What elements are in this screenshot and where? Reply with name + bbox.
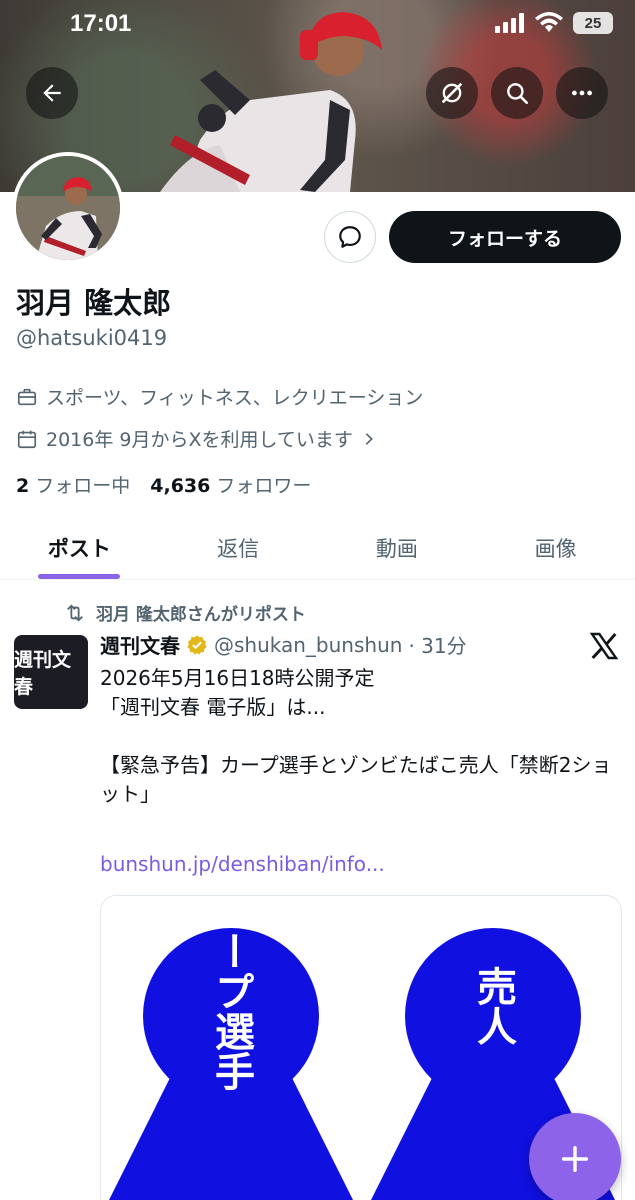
tab-images[interactable]: 画像 [476, 516, 635, 579]
joined-text: 2016年 9月からXを利用しています [46, 429, 353, 451]
followers-link[interactable]: 4,636 フォロワー [150, 471, 311, 498]
tab-label: 動画 [375, 536, 418, 561]
wifi-icon [535, 12, 563, 32]
more-icon [572, 90, 592, 96]
status-bar: 17:01 25 [0, 0, 635, 48]
search-button[interactable] [491, 67, 543, 119]
message-button[interactable] [324, 211, 376, 263]
battery-indicator: 25 [573, 12, 613, 34]
search-icon [507, 83, 529, 105]
user-handle: @hatsuki0419 [16, 326, 168, 350]
repost-indicator: 羽月 隆太郎さんがリポスト [64, 600, 306, 625]
post-text-line: 2026年5月16日18時公開予定 [100, 666, 375, 690]
message-icon [339, 226, 361, 248]
following-count: 2 [16, 475, 30, 497]
post-timestamp: · 31分 [408, 634, 467, 658]
profile-avatar[interactable] [12, 152, 124, 264]
following-link[interactable]: 2 フォロー中 [16, 471, 130, 498]
post-author-name[interactable]: 週刊文春 [100, 630, 180, 659]
media-label-right: 売人 [470, 966, 517, 1046]
chevron-right-icon [365, 432, 373, 445]
post-text-line: 【緊急予告】カープ選手とゾンビたばこ売人「禁断2ショット」 [100, 753, 612, 806]
verified-badge-icon [187, 634, 207, 655]
compose-button[interactable] [529, 1113, 621, 1200]
tab-videos[interactable]: 動画 [318, 516, 477, 579]
media-label-left: カープ選手 [208, 896, 255, 1091]
signal-icon [495, 13, 524, 33]
display-name: 羽月 隆太郎 [16, 286, 172, 320]
followers-label: フォロワー [216, 475, 312, 497]
category-text: スポーツ、フィットネス、レクリエーション [46, 387, 424, 409]
follow-button[interactable]: フォローする [389, 211, 621, 263]
follow-counts: 2 フォロー中 4,636 フォロワー [16, 471, 311, 498]
tab-active-indicator [38, 574, 121, 579]
status-time: 17:01 [70, 10, 132, 37]
post-text-line: 「週刊文春 電子版」は... [100, 695, 326, 719]
tab-label: 返信 [217, 536, 260, 561]
grok-button[interactable] [426, 67, 478, 119]
more-button[interactable] [556, 67, 608, 119]
repost-text: 羽月 隆太郎さんがリポスト [96, 605, 306, 625]
profile-joined[interactable]: 2016年 9月からXを利用しています [16, 425, 377, 452]
profile-category: スポーツ、フィットネス、レクリエーション [16, 383, 423, 410]
profile-tabs: ポスト 返信 動画 画像 [0, 516, 635, 580]
x-logo-icon [589, 632, 619, 660]
briefcase-icon [17, 388, 37, 405]
tab-posts[interactable]: ポスト [0, 516, 159, 579]
post-text-line [100, 722, 620, 751]
tab-label: ポスト [47, 536, 111, 561]
status-icons: 25 [495, 12, 613, 34]
back-button[interactable] [26, 67, 78, 119]
post-author-avatar[interactable]: 週刊文春 [14, 635, 88, 709]
tab-replies[interactable]: 返信 [159, 516, 318, 579]
avatar-player-image [16, 156, 120, 260]
repost-icon [67, 603, 83, 622]
arrow-left-icon [43, 84, 61, 102]
followers-count: 4,636 [150, 475, 211, 497]
post-avatar-text: 週刊文春 [14, 649, 72, 698]
grok-icon [441, 82, 463, 104]
following-label: フォロー中 [35, 475, 131, 497]
calendar-icon [17, 430, 37, 448]
post-link[interactable]: bunshun.jp/denshiban/info... [100, 852, 385, 876]
post-header: 週刊文春 @shukan_bunshun · 31分 [100, 630, 467, 659]
post-author-handle: @shukan_bunshun [214, 632, 403, 657]
tab-label: 画像 [534, 536, 577, 561]
post-body: 2026年5月16日18時公開予定 「週刊文春 電子版」は... 【緊急予告】カ… [100, 664, 620, 809]
plus-icon [561, 1145, 589, 1173]
